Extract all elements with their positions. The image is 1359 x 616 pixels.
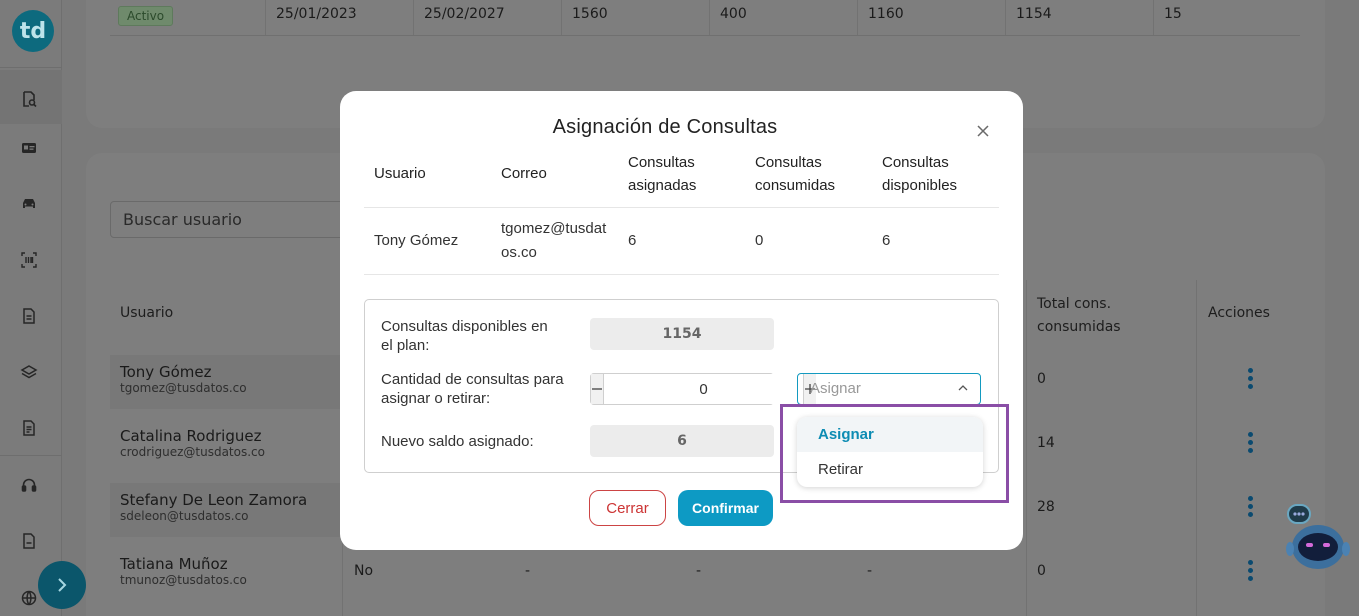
app-logo: td <box>12 10 54 52</box>
user-email: tmunoz@tusdatos.co <box>120 573 247 587</box>
headset-icon[interactable] <box>20 476 38 494</box>
header-total-consumed: Total cons. consumidas <box>1037 296 1121 335</box>
sidebar-divider <box>0 455 62 456</box>
search-document-icon[interactable] <box>20 90 38 108</box>
plan-cell: 400 <box>709 0 857 35</box>
row-actions-menu-icon[interactable] <box>1246 496 1254 518</box>
user-name: Tony Gómez <box>120 363 212 381</box>
table-row: Tatiana Muñoz tmunoz@tusdatos.co <box>110 547 342 601</box>
header-user: Usuario <box>120 305 174 321</box>
decrement-button[interactable] <box>591 374 604 404</box>
car-icon[interactable] <box>20 195 38 213</box>
chatbot-icon[interactable] <box>1286 503 1350 571</box>
plan-cell: 1560 <box>561 0 709 35</box>
table-divider <box>364 207 999 208</box>
close-button[interactable]: Cerrar <box>589 490 666 526</box>
user-name: Tatiana Muñoz <box>120 555 228 573</box>
end-date-cell: 25/02/2027 <box>413 0 561 35</box>
header-actions: Acciones <box>1208 305 1270 321</box>
action-select-value: Asignar <box>810 380 861 397</box>
col-header-email: Correo <box>501 165 547 182</box>
total-consumed-cell: 0 <box>1037 371 1046 387</box>
plan-cell: 1160 <box>857 0 1005 35</box>
layers-icon[interactable] <box>20 363 38 381</box>
table-divider <box>1026 280 1027 616</box>
quantity-input[interactable] <box>604 374 803 404</box>
chevron-right-icon <box>58 578 67 592</box>
id-card-icon[interactable] <box>20 139 38 157</box>
user-email: sdeleon@tusdatos.co <box>120 509 249 523</box>
total-consumed-cell: 0 <box>1037 563 1046 579</box>
plan-available-value: 1154 <box>590 318 774 350</box>
table-row: Stefany De Leon Zamora sdeleon@tusdatos.… <box>110 483 342 537</box>
modal-title: Asignación de Consultas <box>552 116 778 138</box>
table-row: Tony Gómez tgomez@tusdatos.co <box>110 355 342 409</box>
quantity-stepper <box>590 373 816 405</box>
table-divider <box>364 274 999 275</box>
table-cell: - <box>867 563 873 579</box>
flag-cell: No <box>354 563 374 579</box>
row-available: 6 <box>882 232 891 249</box>
col-header-available: Consultas disponibles <box>882 154 958 194</box>
table-row: Catalina Rodriguez crodriguez@tusdatos.c… <box>110 419 342 473</box>
row-consumed: 0 <box>755 232 764 249</box>
col-header-assigned: Consultas asignadas <box>628 154 697 194</box>
close-icon[interactable] <box>973 121 993 141</box>
table-cell: - <box>525 563 531 579</box>
row-actions-menu-icon[interactable] <box>1246 432 1254 454</box>
row-assigned: 6 <box>628 232 637 249</box>
col-header-consumed: Consultas consumidas <box>755 154 836 194</box>
sidebar-divider <box>0 67 62 68</box>
search-user-input[interactable]: Buscar usuario <box>110 201 350 238</box>
status-badge: Activo <box>118 6 174 26</box>
globe-icon[interactable] <box>20 589 38 607</box>
total-consumed-cell: 28 <box>1037 499 1055 515</box>
document-icon[interactable] <box>20 307 38 325</box>
user-name: Stefany De Leon Zamora <box>120 491 308 509</box>
file-icon[interactable] <box>20 532 38 550</box>
user-email: crodriguez@tusdatos.co <box>120 445 265 459</box>
col-header-user: Usuario <box>374 165 426 182</box>
minus-icon <box>592 388 602 390</box>
highlight-box <box>780 404 1009 503</box>
sidebar: td <box>0 0 62 616</box>
plan-cell: 1154 <box>1005 0 1153 35</box>
user-email: tgomez@tusdatos.co <box>120 381 247 395</box>
new-balance-value: 6 <box>590 425 774 457</box>
row-user: Tony Gómez <box>374 232 459 249</box>
plan-summary-row: Activo 25/01/2023 25/02/2027 1560 400 11… <box>110 0 1300 36</box>
barcode-scan-icon[interactable] <box>20 251 38 269</box>
new-balance-label: Nuevo saldo asignado: <box>381 433 534 450</box>
action-select[interactable]: Asignar <box>797 373 981 405</box>
plan-cell: 15 <box>1153 0 1300 35</box>
user-name: Catalina Rodriguez <box>120 427 262 445</box>
confirm-button[interactable]: Confirmar <box>678 490 773 526</box>
quantity-label: Cantidad de consultas para asignar o ret… <box>381 371 564 407</box>
row-actions-menu-icon[interactable] <box>1246 368 1254 390</box>
start-date-cell: 25/01/2023 <box>265 0 413 35</box>
total-consumed-cell: 14 <box>1037 435 1055 451</box>
table-cell: - <box>696 563 702 579</box>
expand-sidebar-button[interactable] <box>38 561 86 609</box>
row-actions-menu-icon[interactable] <box>1246 560 1254 582</box>
table-divider <box>1196 280 1197 616</box>
plan-available-label: Consultas disponibles en el plan: <box>381 318 548 354</box>
chevron-up-icon <box>956 381 970 395</box>
row-email: tgomez@tusdatos.co <box>501 220 607 261</box>
file-text-icon[interactable] <box>20 419 38 437</box>
